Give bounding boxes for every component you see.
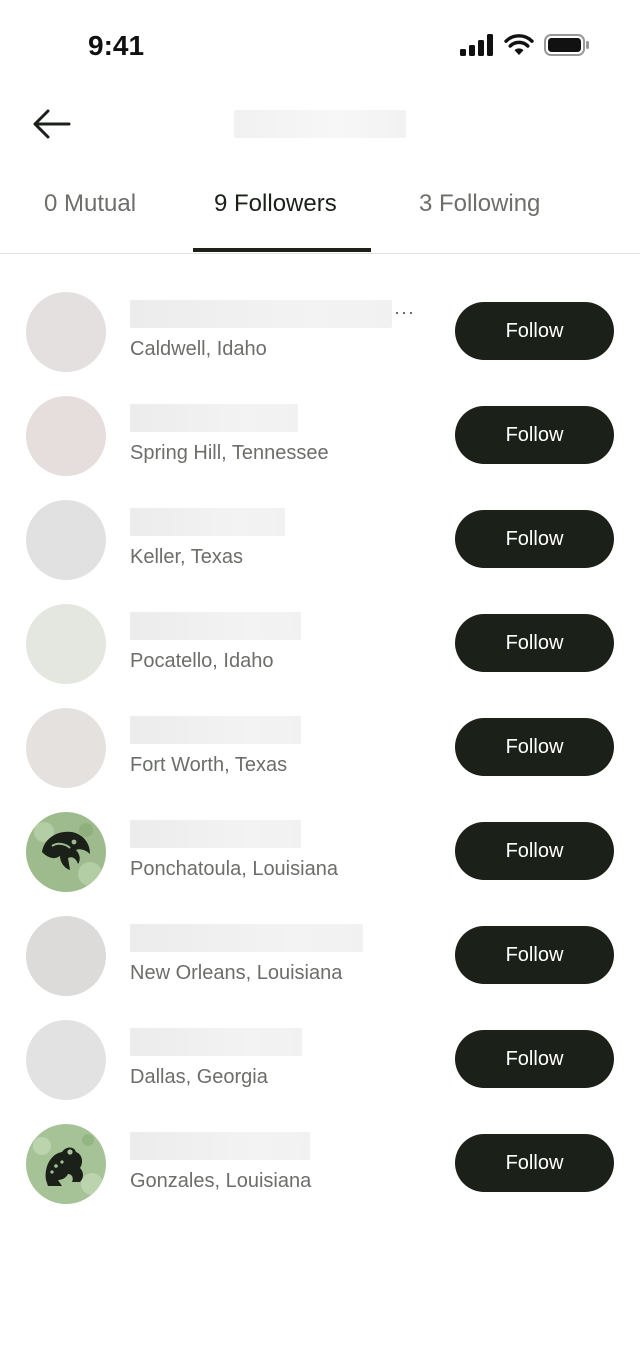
follower-row[interactable]: Keller, Texas Follow <box>0 488 640 592</box>
follower-location: Pocatello, Idaho <box>130 650 274 672</box>
follower-row[interactable]: ··· Caldwell, Idaho Follow <box>0 280 640 384</box>
frog-logo-icon <box>33 1134 103 1195</box>
status-bar: 9:41 <box>0 0 640 96</box>
follower-location: New Orleans, Louisiana <box>130 962 343 984</box>
arrow-left-icon <box>33 109 71 139</box>
follower-location: Dallas, Georgia <box>130 1066 268 1088</box>
status-icons <box>460 34 590 61</box>
username-redacted <box>130 404 298 432</box>
avatar[interactable] <box>26 916 106 996</box>
tab-following[interactable]: 3 Following <box>419 190 540 252</box>
username-redacted <box>130 716 301 744</box>
profile-name-redacted <box>234 110 406 138</box>
follow-button[interactable]: Follow <box>455 406 614 464</box>
top-navigation <box>0 96 640 156</box>
follower-row[interactable]: Dallas, Georgia Follow <box>0 1008 640 1112</box>
follow-button[interactable]: Follow <box>455 926 614 984</box>
username-redacted <box>130 820 301 848</box>
name-truncation-ellipsis: ··· <box>394 302 415 322</box>
avatar[interactable] <box>26 708 106 788</box>
avatar[interactable] <box>26 812 106 892</box>
avatar[interactable] <box>26 1124 106 1204</box>
follower-location: Fort Worth, Texas <box>130 754 288 776</box>
battery-icon <box>544 34 590 61</box>
follower-row[interactable]: Pocatello, Idaho Follow <box>0 592 640 696</box>
follower-row[interactable]: Ponchatoula, Louisiana Follow <box>0 800 640 904</box>
avatar[interactable] <box>26 396 106 476</box>
follower-location: Spring Hill, Tennessee <box>130 442 329 464</box>
follower-location: Ponchatoula, Louisiana <box>130 858 338 880</box>
avatar[interactable] <box>26 500 106 580</box>
avatar[interactable] <box>26 604 106 684</box>
avatar[interactable] <box>26 1020 106 1100</box>
username-redacted <box>130 1132 310 1160</box>
tab-bar: 0 Mutual 9 Followers 3 Following <box>0 170 640 254</box>
username-redacted <box>130 924 363 952</box>
follow-button[interactable]: Follow <box>455 1134 614 1192</box>
tab-mutual[interactable]: 0 Mutual <box>44 190 136 252</box>
follow-button[interactable]: Follow <box>455 822 614 880</box>
tab-followers[interactable]: 9 Followers <box>214 190 337 252</box>
eagle-logo-icon <box>34 822 102 886</box>
username-redacted <box>130 300 392 328</box>
follower-location: Keller, Texas <box>130 546 244 568</box>
username-redacted <box>130 1028 302 1056</box>
follower-row[interactable]: Spring Hill, Tennessee Follow <box>0 384 640 488</box>
wifi-icon <box>504 34 534 61</box>
follower-row[interactable]: Fort Worth, Texas Follow <box>0 696 640 800</box>
username-redacted <box>130 612 301 640</box>
follower-location: Caldwell, Idaho <box>130 338 267 360</box>
avatar[interactable] <box>26 292 106 372</box>
follow-button[interactable]: Follow <box>455 718 614 776</box>
active-tab-indicator <box>193 248 371 252</box>
follow-button[interactable]: Follow <box>455 510 614 568</box>
follower-row[interactable]: New Orleans, Louisiana Follow <box>0 904 640 1008</box>
status-time: 9:41 <box>88 30 145 61</box>
follow-button[interactable]: Follow <box>455 302 614 360</box>
follower-location: Gonzales, Louisiana <box>130 1170 312 1192</box>
cellular-signal-icon <box>460 34 494 61</box>
follow-button[interactable]: Follow <box>455 1030 614 1088</box>
username-redacted <box>130 508 285 536</box>
back-button[interactable] <box>26 102 76 146</box>
follow-button[interactable]: Follow <box>455 614 614 672</box>
follower-row[interactable]: Gonzales, Louisiana Follow <box>0 1112 640 1216</box>
